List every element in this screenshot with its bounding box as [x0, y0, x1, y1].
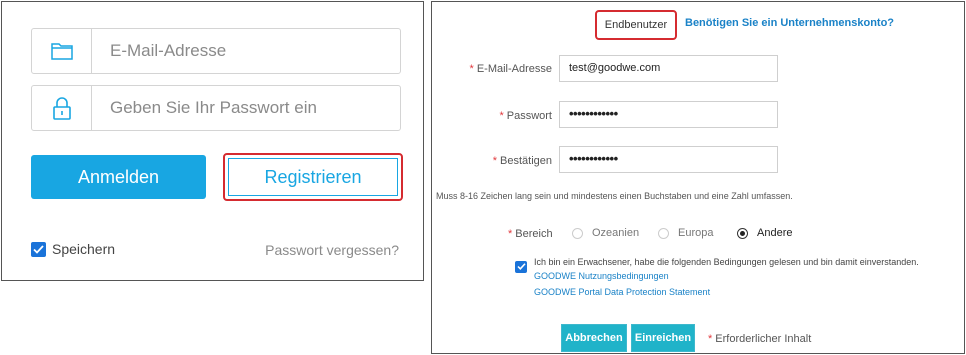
- required-note-text: Erforderlicher Inhalt: [715, 333, 812, 345]
- email-label-text: E-Mail-Adresse: [476, 63, 552, 75]
- region-radio-oceania[interactable]: Ozeanien: [572, 227, 639, 239]
- email-label: * E-Mail-Adresse: [442, 63, 552, 75]
- folder-icon: [32, 29, 92, 73]
- tab-enduser[interactable]: Endbenutzer: [595, 10, 677, 40]
- region-radio-other[interactable]: Andere: [737, 227, 792, 239]
- required-mark: *: [708, 333, 713, 345]
- region-label-text: Bereich: [515, 228, 553, 240]
- submit-button[interactable]: Einreichen: [631, 324, 695, 352]
- terms-link[interactable]: GOODWE Nutzungsbedingungen: [534, 271, 669, 281]
- password-hint: Muss 8-16 Zeichen lang sein und mindeste…: [436, 191, 793, 201]
- email-placeholder: E-Mail-Adresse: [110, 41, 227, 60]
- cancel-button[interactable]: Abbrechen: [561, 324, 627, 352]
- remember-checkbox[interactable]: Speichern: [31, 241, 115, 257]
- required-mark: *: [492, 155, 498, 167]
- checkmark-icon[interactable]: [31, 241, 46, 257]
- password-label-text: Passwort: [506, 110, 552, 122]
- radio-selected-icon[interactable]: [737, 227, 748, 239]
- confirm-label: * Bestätigen: [442, 155, 552, 167]
- region-option-label: Europa: [678, 227, 714, 239]
- register-button-highlight[interactable]: Registrieren: [223, 153, 403, 201]
- login-button[interactable]: Anmelden: [31, 155, 206, 199]
- checkmark-icon[interactable]: [515, 260, 527, 273]
- register-confirm-input[interactable]: ••••••••••••: [559, 146, 778, 173]
- register-panel: Endbenutzer Benötigen Sie ein Unternehme…: [431, 1, 965, 354]
- region-label: * Bereich: [508, 228, 553, 240]
- register-email-input[interactable]: test@goodwe.com: [559, 55, 778, 82]
- login-panel: E-Mail-Adresse Geben Sie Ihr Passwort ei…: [1, 1, 424, 281]
- register-button[interactable]: Registrieren: [228, 158, 398, 196]
- password-field[interactable]: Geben Sie Ihr Passwort ein: [31, 85, 401, 131]
- privacy-link[interactable]: GOODWE Portal Data Protection Statement: [534, 287, 710, 297]
- tab-company-account-link[interactable]: Benötigen Sie ein Unternehmenskonto?: [685, 17, 894, 29]
- agree-checkbox[interactable]: [515, 257, 527, 275]
- forgot-password-link[interactable]: Passwort vergessen?: [265, 242, 399, 258]
- register-password-input[interactable]: ••••••••••••: [559, 101, 778, 128]
- radio-icon[interactable]: [658, 227, 669, 239]
- confirm-label-text: Bestätigen: [500, 155, 552, 167]
- agree-text: Ich bin ein Erwachsener, habe die folgen…: [534, 257, 919, 267]
- email-field[interactable]: E-Mail-Adresse: [31, 28, 401, 74]
- required-mark: *: [469, 63, 474, 75]
- required-mark: *: [499, 110, 504, 122]
- password-placeholder: Geben Sie Ihr Passwort ein: [110, 98, 317, 117]
- lock-icon: [32, 86, 92, 130]
- required-mark: *: [508, 228, 513, 240]
- remember-label: Speichern: [52, 241, 116, 257]
- region-option-label: Andere: [757, 227, 793, 239]
- password-label: * Passwort: [442, 110, 552, 122]
- radio-icon[interactable]: [572, 227, 583, 239]
- region-option-label: Ozeanien: [592, 227, 640, 239]
- region-radio-europe[interactable]: Europa: [658, 227, 713, 239]
- required-note: * Erforderlicher Inhalt: [708, 333, 811, 345]
